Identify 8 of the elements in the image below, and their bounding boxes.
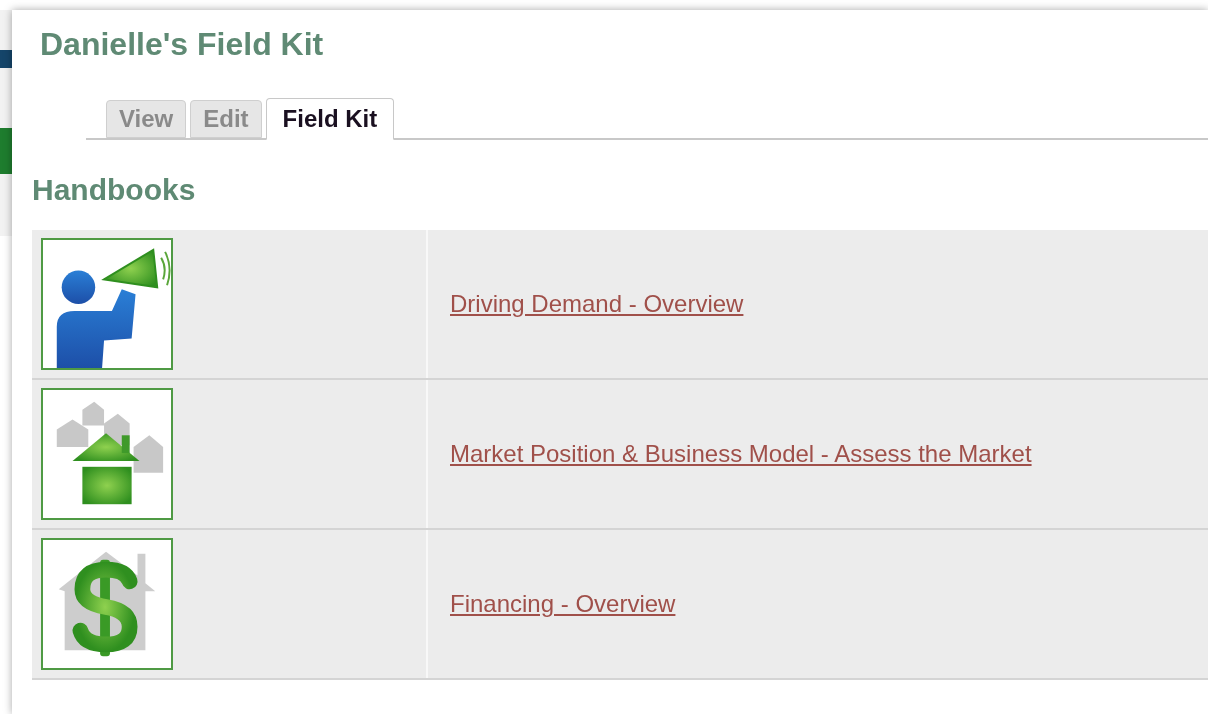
page-title: Danielle's Field Kit xyxy=(40,25,325,64)
handbook-link[interactable]: Driving Demand - Overview xyxy=(450,286,744,322)
handbook-link[interactable]: Market Position & Business Model - Assess the Market xyxy=(450,436,1032,472)
section-title: Handbooks xyxy=(32,172,197,208)
tab[interactable]: Field Kit xyxy=(265,98,395,140)
tab[interactable]: View xyxy=(106,100,187,138)
handbook-link[interactable]: Financing - Overview xyxy=(450,586,676,622)
tab[interactable]: Edit xyxy=(190,100,262,138)
